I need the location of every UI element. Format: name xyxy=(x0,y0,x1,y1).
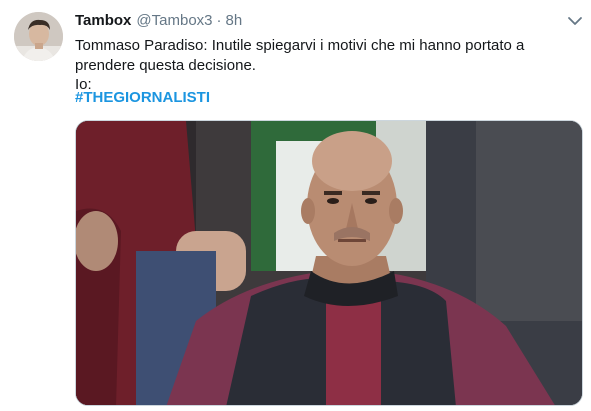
tweet-text-line: prendere questa decisione. xyxy=(75,56,256,74)
timestamp[interactable]: 8h xyxy=(226,12,243,29)
display-name[interactable]: Tambox xyxy=(75,12,131,29)
tweet-text-line: Tommaso Paradiso: Inutile spiegarvi i mo… xyxy=(75,37,525,54)
avatar[interactable] xyxy=(14,12,63,61)
tweet-header: Tambox @Tambox3 · 8h xyxy=(75,12,242,32)
user-handle[interactable]: @Tambox3 xyxy=(136,12,212,29)
tweet-card[interactable]: Tambox @Tambox3 · 8h Tommaso Paradiso: I… xyxy=(0,0,591,411)
tweet-text: Tommaso Paradiso: Inutile spiegarvi i mo… xyxy=(75,36,575,95)
separator-dot: · xyxy=(216,12,222,29)
hashtag-link[interactable]: #THEGIORNALISTI xyxy=(75,89,210,106)
chevron-down-icon[interactable] xyxy=(566,14,584,28)
tweet-image[interactable] xyxy=(75,120,583,406)
